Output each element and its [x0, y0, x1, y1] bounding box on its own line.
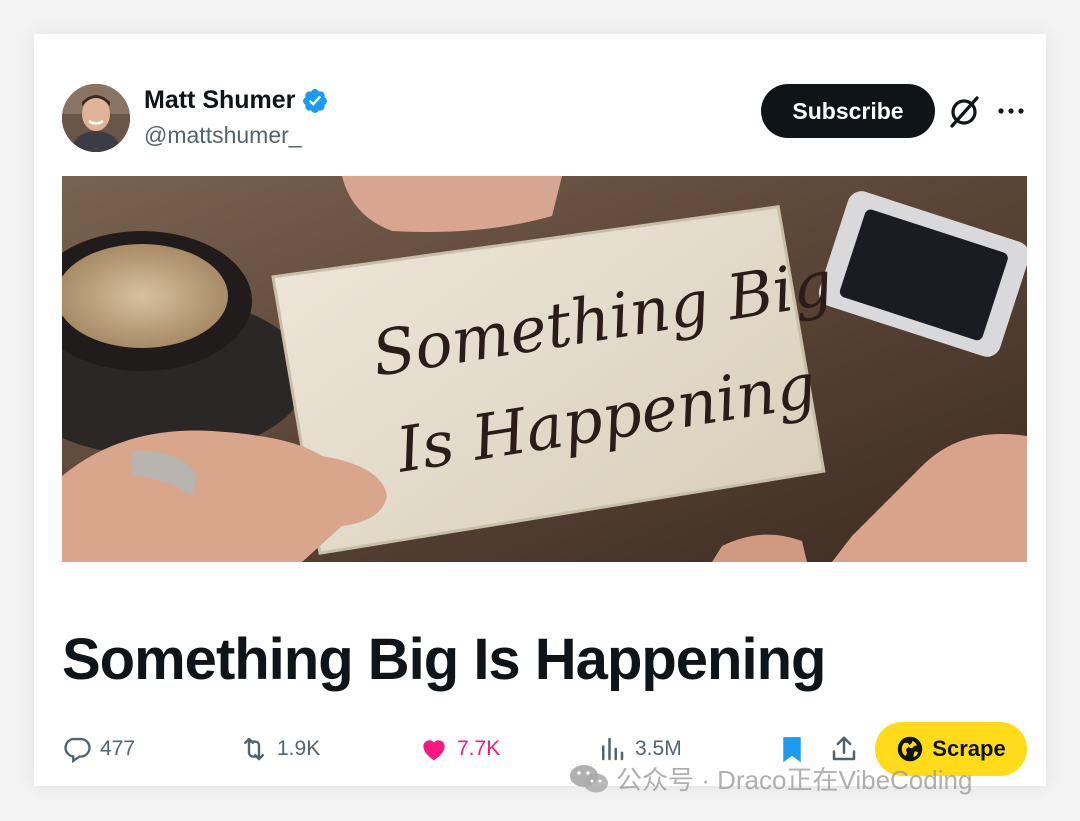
subscribe-button[interactable]: Subscribe [761, 84, 935, 138]
avatar-image [62, 84, 130, 152]
author-handle[interactable]: @mattshumer_ [144, 122, 302, 149]
author-name-row: Matt Shumer [144, 86, 329, 115]
like-button[interactable]: 7.7K [419, 734, 500, 764]
repost-button[interactable]: 1.9K [239, 734, 320, 764]
verified-badge-icon [303, 88, 328, 113]
repost-icon [244, 737, 264, 761]
wechat-logo-icon [570, 764, 608, 792]
wechat-watermark: 公众号 · Draco正在VibeCoding [568, 760, 972, 797]
repost-count: 1.9K [277, 737, 321, 760]
post-card: Matt Shumer @mattshumer_ Subscribe Somet… [34, 34, 1046, 786]
watermark-text: 公众号 · Draco正在VibeCoding [616, 765, 973, 795]
article-cover-image[interactable]: Something Big Is Happening [62, 176, 1027, 562]
reply-button[interactable]: 477 [62, 734, 135, 764]
view-count: 3.5M [635, 737, 682, 760]
cover-illustration: Something Big Is Happening [62, 176, 1027, 562]
reply-count: 477 [100, 737, 136, 760]
reply-icon [64, 737, 91, 764]
author-name[interactable]: Matt Shumer [144, 86, 295, 115]
heart-icon [423, 740, 445, 761]
grok-icon[interactable] [946, 94, 982, 130]
article-title[interactable]: Something Big Is Happening [62, 626, 826, 693]
globe-icon [898, 736, 923, 762]
more-options-icon[interactable] [996, 96, 1026, 126]
like-count: 7.7K [457, 737, 501, 760]
avatar[interactable] [62, 84, 130, 152]
scrape-label: Scrape [932, 736, 1006, 761]
